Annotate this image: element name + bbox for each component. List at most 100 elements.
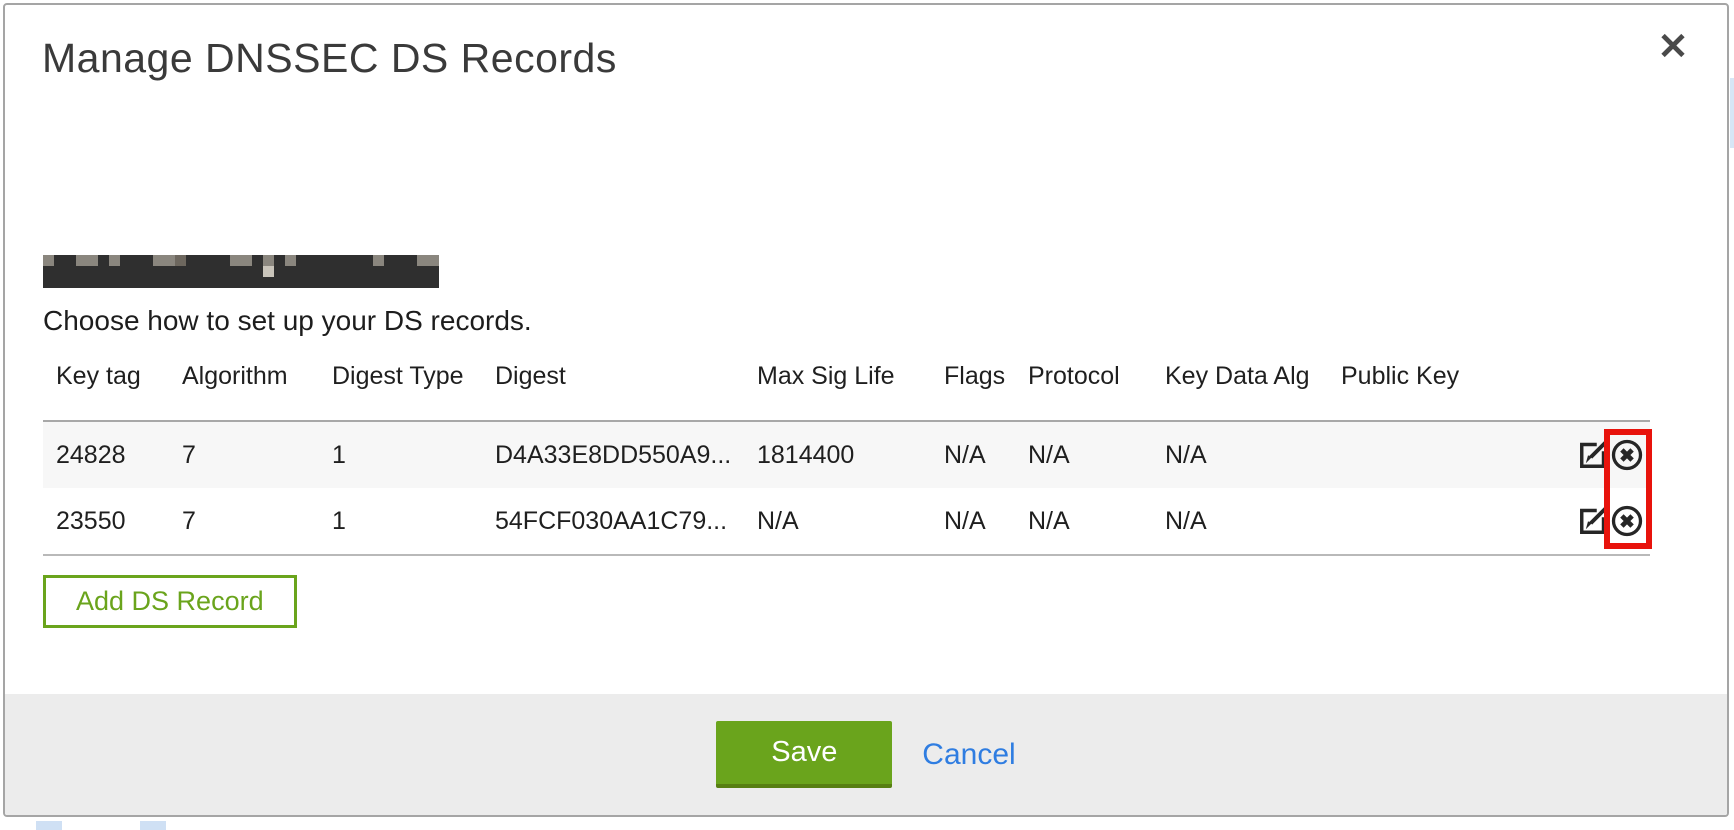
redaction-pixel [98, 266, 109, 277]
edit-record-icon[interactable] [1575, 437, 1611, 473]
redaction-pixel [406, 277, 417, 288]
redaction-pixel [428, 277, 439, 288]
redaction-pixel [197, 255, 208, 266]
redaction-pixel [329, 277, 340, 288]
redaction-pixel [219, 255, 230, 266]
redaction-pixel [351, 255, 362, 266]
redaction-pixel [373, 266, 384, 277]
redaction-pixel [252, 277, 263, 288]
redaction-pixel [43, 255, 54, 266]
save-button[interactable]: Save [716, 721, 892, 788]
redaction-pixel [384, 266, 395, 277]
redaction-pixel [373, 277, 384, 288]
redaction-pixel [340, 277, 351, 288]
close-icon[interactable]: ✕ [1651, 25, 1695, 69]
redaction-pixel [417, 266, 428, 277]
redaction-pixel [186, 277, 197, 288]
redaction-pixel [274, 255, 285, 266]
redaction-pixel [318, 277, 329, 288]
redaction-pixel [395, 266, 406, 277]
redaction-pixel [131, 266, 142, 277]
background-page-fragment [1730, 78, 1734, 148]
table-row: 23550 7 1 54FCF030AA1C79... N/A N/A N/A … [43, 488, 1650, 554]
redaction-pixel [164, 255, 175, 266]
column-header-flags: Flags [942, 362, 1026, 391]
redaction-pixel [230, 266, 241, 277]
redaction-pixel [296, 255, 307, 266]
cell-flags: N/A [942, 507, 1026, 536]
dialog-footer: Save Cancel [5, 694, 1727, 815]
redaction-pixel [230, 277, 241, 288]
cell-max-sig-life: 1814400 [755, 441, 942, 470]
redaction-pixel [54, 277, 65, 288]
cell-digest-type: 1 [330, 507, 493, 536]
redaction-pixel [329, 255, 340, 266]
redaction-pixel [65, 255, 76, 266]
redaction-pixel [340, 266, 351, 277]
redaction-pixel [296, 266, 307, 277]
cell-flags: N/A [942, 441, 1026, 470]
redaction-pixel [252, 266, 263, 277]
cell-algorithm: 7 [180, 507, 330, 536]
redaction-pixel [54, 255, 65, 266]
column-header-public-key: Public Key [1339, 362, 1558, 391]
redaction-pixel [362, 266, 373, 277]
redaction-pixel [219, 266, 230, 277]
redaction-pixel [142, 277, 153, 288]
table-header-row: Key tag Algorithm Digest Type Digest Max… [43, 343, 1650, 403]
redaction-pixel [98, 255, 109, 266]
table-row: 24828 7 1 D4A33E8DD550A9... 1814400 N/A … [43, 422, 1650, 488]
redaction-pixel [263, 266, 274, 277]
redaction-pixel [307, 277, 318, 288]
page-background: Manage DNSSEC DS Records ✕ Choose how to… [0, 0, 1734, 830]
redaction-pixel [142, 255, 153, 266]
redaction-pixel [274, 266, 285, 277]
redaction-pixel [241, 266, 252, 277]
redaction-pixel [351, 277, 362, 288]
cell-digest: 54FCF030AA1C79... [493, 507, 755, 536]
redaction-pixel [87, 266, 98, 277]
redaction-pixel [153, 266, 164, 277]
manage-dnssec-ds-records-dialog: Manage DNSSEC DS Records ✕ Choose how to… [3, 3, 1729, 817]
redaction-pixel [54, 266, 65, 277]
instruction-text: Choose how to set up your DS records. [43, 305, 532, 337]
redaction-pixel [109, 266, 120, 277]
redaction-pixel [428, 255, 439, 266]
redaction-pixel [285, 266, 296, 277]
redaction-pixel [362, 277, 373, 288]
cell-algorithm: 7 [180, 441, 330, 470]
redaction-pixel [76, 266, 87, 277]
redaction-pixel [417, 255, 428, 266]
redaction-pixel [406, 266, 417, 277]
edit-record-icon[interactable] [1575, 503, 1611, 539]
redaction-pixel [252, 255, 263, 266]
redaction-pixel [65, 266, 76, 277]
redaction-pixel [43, 277, 54, 288]
redacted-domain-name [43, 255, 439, 288]
cancel-link[interactable]: Cancel [922, 738, 1015, 772]
redaction-pixel [175, 266, 186, 277]
redaction-pixel [285, 277, 296, 288]
redaction-pixel [153, 255, 164, 266]
redaction-pixel [120, 266, 131, 277]
column-header-max-sig-life: Max Sig Life [755, 362, 942, 391]
delete-record-icon[interactable] [1609, 503, 1645, 539]
redaction-pixel [241, 277, 252, 288]
delete-record-icon[interactable] [1609, 437, 1645, 473]
dialog-body: Manage DNSSEC DS Records ✕ Choose how to… [5, 5, 1727, 694]
cell-key-tag: 23550 [43, 507, 180, 536]
redaction-pixel [428, 266, 439, 277]
cell-max-sig-life: N/A [755, 507, 942, 536]
redaction-pixel [175, 255, 186, 266]
redaction-pixel [362, 255, 373, 266]
redaction-pixel [109, 255, 120, 266]
redaction-pixel [98, 277, 109, 288]
redaction-pixel [307, 266, 318, 277]
redaction-pixel [76, 277, 87, 288]
redaction-pixel [120, 277, 131, 288]
add-ds-record-button[interactable]: Add DS Record [43, 575, 297, 628]
redaction-pixel [263, 255, 274, 266]
redaction-pixel [197, 266, 208, 277]
column-header-key-tag: Key tag [43, 362, 180, 391]
redaction-pixel [395, 255, 406, 266]
